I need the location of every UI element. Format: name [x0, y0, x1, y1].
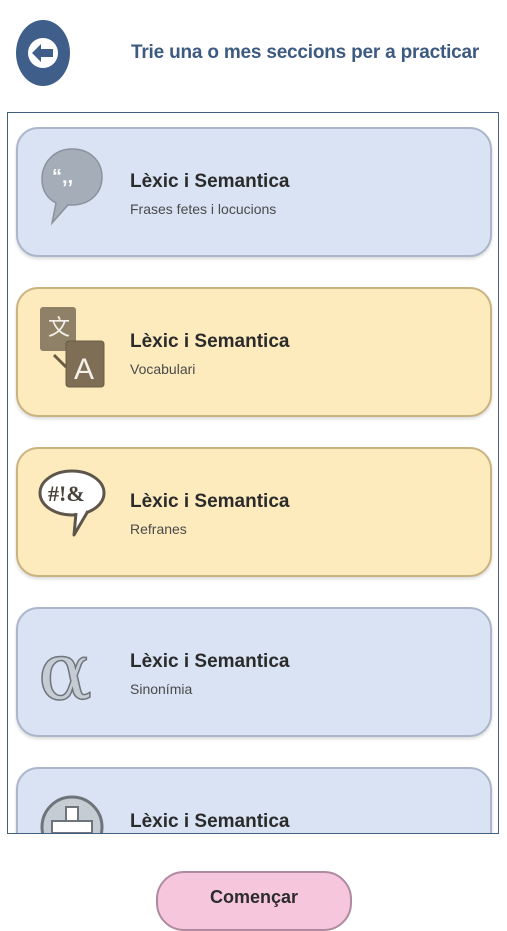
start-button-label: Començar — [209, 887, 299, 907]
section-card-5[interactable]: Lèxic i Semantica — [16, 767, 492, 833]
alpha-icon: α — [37, 624, 93, 713]
section-list[interactable]: “‚, Lèxic i Semantica Frases fetes i loc… — [7, 112, 499, 834]
speech-quote-icon: “‚, — [41, 148, 103, 226]
section-subtitle: Vocabulari — [130, 361, 196, 377]
section-title: Lèxic i Semantica — [130, 491, 290, 512]
section-card-frases-fetes[interactable]: “‚, Lèxic i Semantica Frases fetes i loc… — [16, 127, 492, 257]
section-title: Lèxic i Semantica — [130, 651, 290, 672]
arrow-left-icon — [28, 38, 58, 68]
section-title: Lèxic i Semantica — [130, 171, 290, 192]
translate-icon: 文 A — [40, 307, 105, 388]
section-card-refranes[interactable]: #!& Lèxic i Semantica Refranes — [16, 447, 492, 577]
section-card-sinonimia[interactable]: α Lèxic i Semantica Sinonímia — [16, 607, 492, 737]
svg-text:#!&: #!& — [48, 481, 85, 506]
section-subtitle: Sinonímia — [130, 681, 193, 697]
svg-text:α: α — [38, 625, 92, 713]
section-title: Lèxic i Semantica — [130, 331, 290, 352]
svg-text:文: 文 — [48, 316, 70, 341]
svg-text:A: A — [74, 353, 94, 386]
section-title: Lèxic i Semantica — [130, 811, 290, 832]
start-button[interactable]: Començar — [156, 871, 352, 931]
back-button[interactable] — [16, 20, 70, 86]
section-subtitle: Frases fetes i locucions — [130, 201, 277, 217]
svg-text:“‚,: “‚, — [52, 166, 73, 188]
exclamation-speech-icon: #!& — [38, 469, 106, 537]
section-card-vocabulari[interactable]: 文 A Lèxic i Semantica Vocabulari — [16, 287, 492, 417]
page-title: Trie una o mes seccions per a practicar — [131, 42, 480, 63]
section-subtitle: Refranes — [130, 521, 187, 537]
plus-circle-icon — [40, 795, 104, 833]
